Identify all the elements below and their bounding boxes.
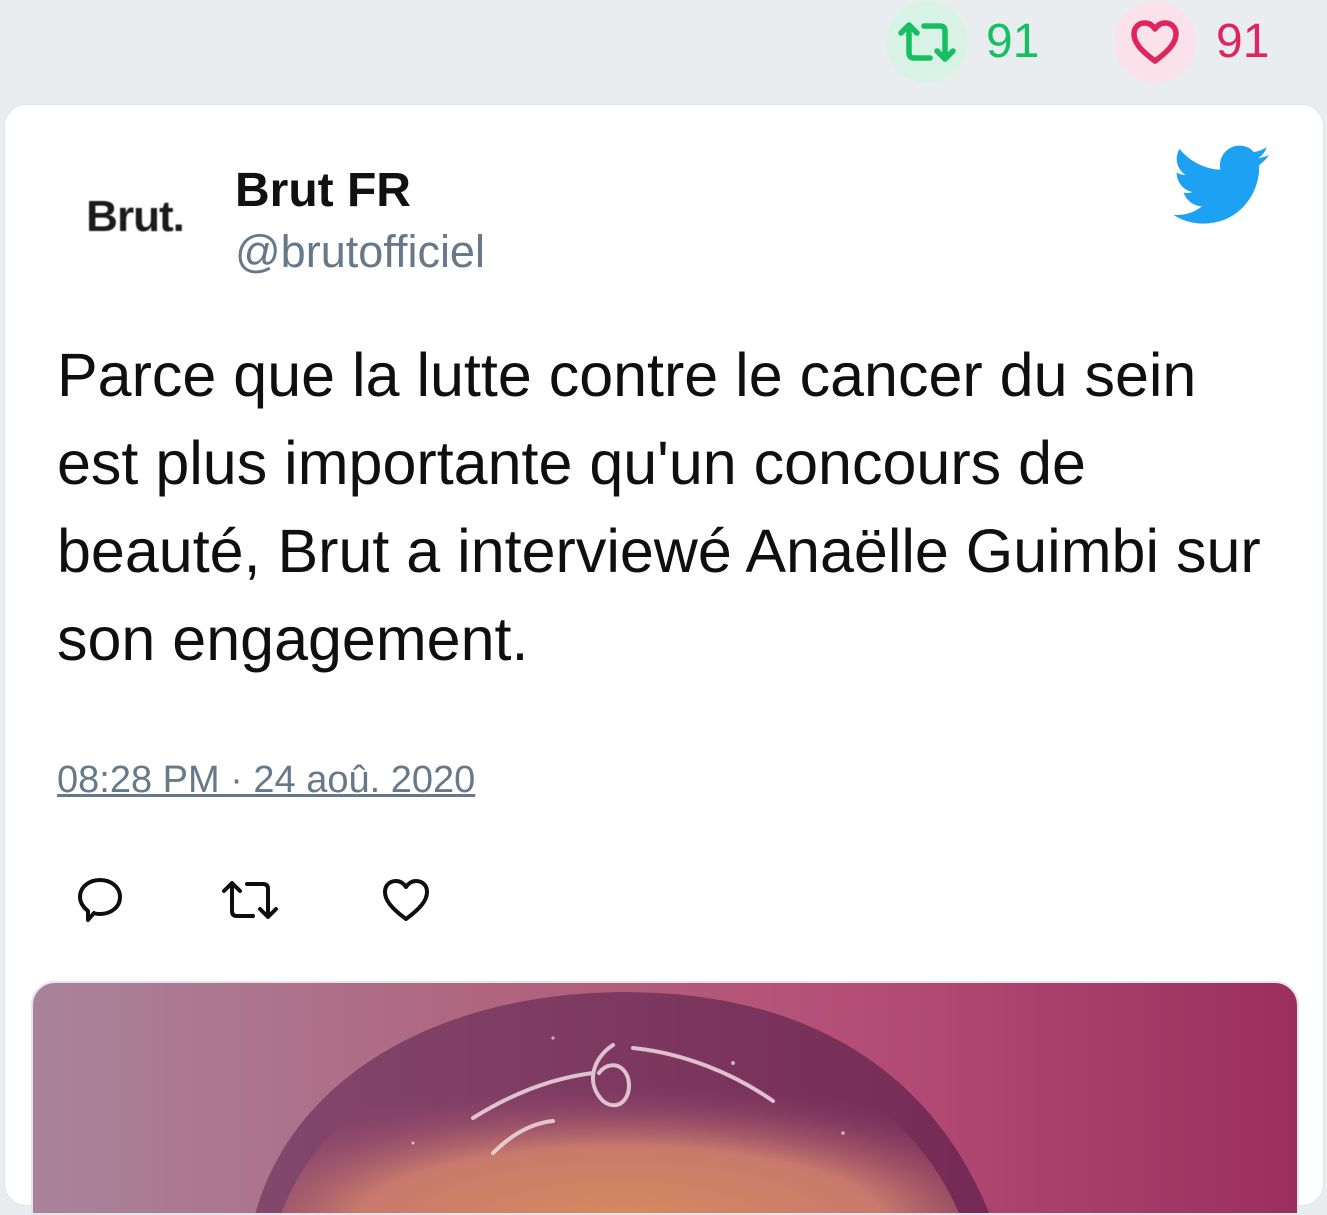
twitter-bird-icon[interactable] bbox=[1173, 145, 1271, 227]
retweet-count: 91 bbox=[986, 15, 1040, 68]
retweet-button[interactable] bbox=[219, 869, 281, 931]
reply-icon bbox=[78, 878, 122, 922]
like-stat[interactable]: 91 bbox=[1114, 0, 1269, 84]
retweet-icon[interactable] bbox=[886, 1, 968, 83]
tweet-timestamp[interactable]: 08:28 PM · 24 aoû. 2020 bbox=[57, 759, 475, 802]
retweet-icon bbox=[222, 881, 278, 919]
tweet-card: Brut. Brut FR @brutofficiel Parce que la… bbox=[4, 104, 1324, 1215]
heart-icon bbox=[383, 879, 429, 921]
retweet-stat[interactable]: 91 bbox=[886, 0, 1039, 84]
avatar-logo-text: Brut. bbox=[86, 192, 185, 241]
like-button[interactable] bbox=[375, 869, 437, 931]
avatar[interactable]: Brut. bbox=[60, 157, 210, 277]
reply-button[interactable] bbox=[69, 869, 131, 931]
author-handle[interactable]: @brutofficiel bbox=[235, 229, 485, 274]
author-name[interactable]: Brut FR bbox=[235, 167, 411, 215]
heart-icon[interactable] bbox=[1114, 1, 1196, 83]
tweet-media-image[interactable] bbox=[31, 981, 1299, 1215]
like-count: 91 bbox=[1216, 15, 1270, 68]
previous-tweet-stats: 91 91 bbox=[0, 0, 1327, 100]
tweet-text: Parce que la lutte contre le cancer du s… bbox=[57, 341, 1261, 673]
